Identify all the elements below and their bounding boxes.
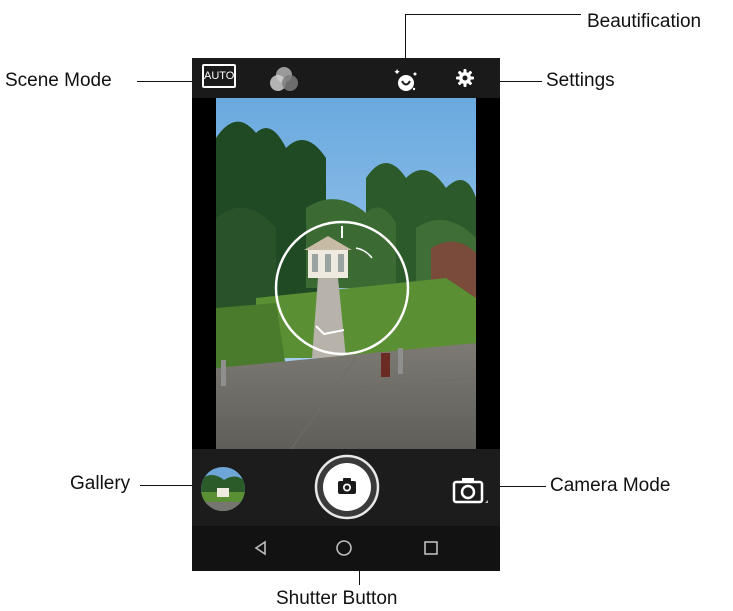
gear-icon[interactable] [456, 69, 474, 87]
camera-viewfinder[interactable] [216, 98, 476, 456]
callout-settings: Settings [546, 70, 615, 91]
beautification-icon[interactable] [393, 68, 419, 94]
callout-scene-mode: Scene Mode [5, 70, 112, 91]
callout-beautification: Beautification [587, 11, 702, 32]
scene-mode-icon[interactable]: AUTO [202, 64, 236, 88]
callout-camera-mode: Camera Mode [550, 475, 671, 496]
recents-icon[interactable] [423, 540, 439, 556]
callout-shutter-button: Shutter Button [276, 588, 398, 609]
gallery-thumbnail[interactable] [200, 466, 246, 512]
leader-line-beautification-h [405, 14, 581, 15]
viewfinder-scene-image [216, 98, 476, 456]
android-navigation-bar [192, 526, 500, 571]
shutter-button[interactable] [314, 454, 380, 520]
leader-line-scene-mode [137, 81, 199, 82]
camera-bottom-controls [192, 449, 500, 526]
home-icon[interactable] [335, 539, 353, 557]
back-icon[interactable] [253, 540, 269, 556]
camera-mode-icon[interactable] [452, 476, 488, 504]
camera-top-toolbar: AUTO [192, 58, 500, 98]
camera-app-screen: AUTO [192, 58, 500, 571]
color-filter-icon[interactable] [268, 65, 300, 93]
callout-gallery: Gallery [70, 473, 131, 494]
